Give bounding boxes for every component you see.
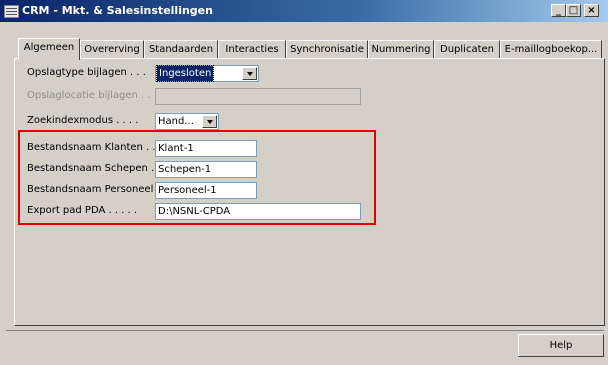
tab-standaarden[interactable]: Standaarden bbox=[144, 40, 218, 59]
tab-duplicaten[interactable]: Duplicaten bbox=[434, 40, 500, 59]
tab-interacties[interactable]: Interacties bbox=[218, 40, 286, 59]
chevron-down-icon[interactable] bbox=[242, 67, 257, 80]
attachment-location-label: Opslaglocatie bijlagen . . bbox=[27, 90, 151, 101]
tab-emaillogboek[interactable]: E-maillogboekop... bbox=[500, 40, 602, 59]
window-title: CRM - Mkt. & Salesinstellingen bbox=[22, 4, 213, 17]
table-icon bbox=[4, 5, 19, 18]
maximize-button[interactable]: □ bbox=[566, 4, 581, 17]
search-index-select[interactable]: Hand... bbox=[155, 113, 219, 130]
attachment-type-select[interactable]: Ingesloten bbox=[155, 65, 259, 82]
tab-nummering[interactable]: Nummering bbox=[368, 40, 434, 59]
tab-algemeen[interactable]: Algemeen bbox=[18, 38, 80, 60]
attachment-location-field bbox=[155, 88, 361, 105]
minimize-button[interactable]: _ bbox=[551, 4, 566, 17]
attachment-type-value: Ingesloten bbox=[155, 65, 215, 82]
divider bbox=[6, 330, 604, 331]
settings-window: CRM - Mkt. & Salesinstellingen _ □ × Alg… bbox=[0, 0, 608, 365]
attachment-type-label: Opslagtype bijlagen . . . bbox=[27, 67, 146, 78]
tab-overerving[interactable]: Overerving bbox=[80, 40, 144, 59]
search-index-label: Zoekindexmodus . . . . bbox=[27, 115, 139, 126]
tab-synchronisatie[interactable]: Synchronisatie bbox=[286, 40, 368, 59]
title-bar[interactable]: CRM - Mkt. & Salesinstellingen _ □ × bbox=[0, 0, 608, 22]
help-button[interactable]: Help bbox=[518, 334, 604, 357]
search-index-value: Hand... bbox=[158, 116, 194, 127]
chevron-down-icon[interactable] bbox=[202, 115, 217, 128]
close-button[interactable]: × bbox=[584, 4, 599, 17]
highlight-box bbox=[18, 130, 376, 225]
